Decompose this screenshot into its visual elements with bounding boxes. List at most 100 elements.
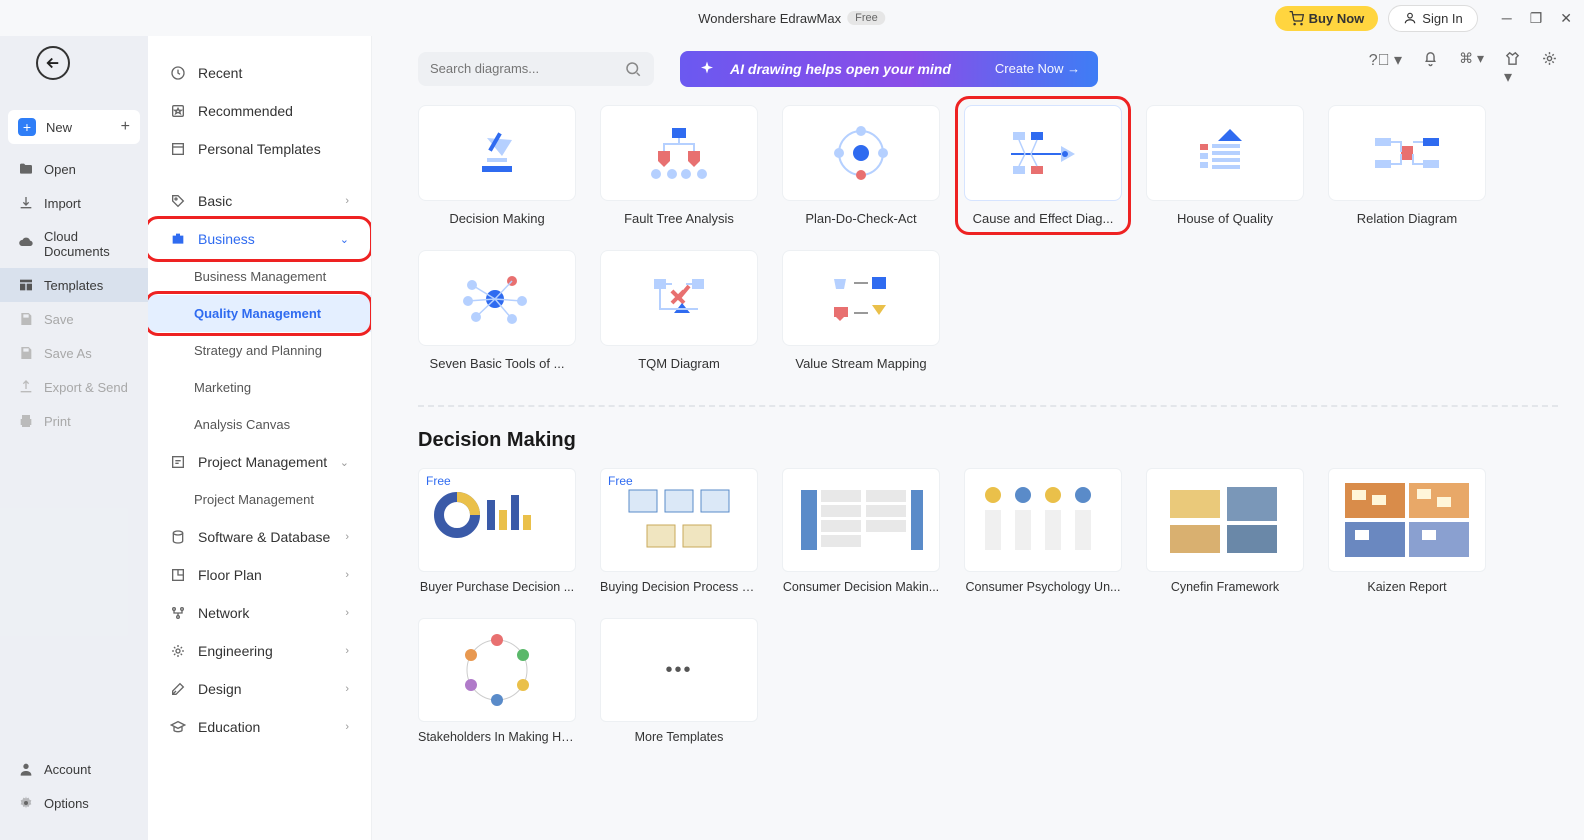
signin-button[interactable]: Sign In xyxy=(1388,5,1477,32)
diagram-card-relation[interactable]: Relation Diagram xyxy=(1328,105,1486,226)
cat-sub-project-management[interactable]: Project Management xyxy=(148,481,371,518)
apps-icon[interactable]: ⌘ ▾ xyxy=(1459,50,1484,87)
minimize-button[interactable]: ─ xyxy=(1502,10,1512,27)
buy-now-button[interactable]: Buy Now xyxy=(1275,6,1379,31)
cloud-icon xyxy=(18,236,34,252)
settings-icon[interactable] xyxy=(1541,50,1558,87)
sidebar-item-save: Save xyxy=(0,302,148,336)
diagram-label: Relation Diagram xyxy=(1328,211,1486,226)
cat-recommended[interactable]: Recommended xyxy=(148,92,371,130)
sidebar-item-account[interactable]: Account xyxy=(0,752,148,786)
diagram-card-value-stream[interactable]: Value Stream Mapping xyxy=(782,250,940,371)
chevron-right-icon: › xyxy=(345,569,349,581)
sidebar-label: Save xyxy=(44,312,74,327)
diagram-card-cause-effect[interactable]: Cause and Effect Diag... xyxy=(955,96,1131,235)
sidebar-item-import[interactable]: Import xyxy=(0,186,148,220)
diagram-card-seven-tools[interactable]: Seven Basic Tools of ... xyxy=(418,250,576,371)
sidebar-item-cloud[interactable]: Cloud Documents xyxy=(0,220,148,268)
template-card[interactable]: Free Buying Decision Process O... xyxy=(600,468,758,594)
template-card[interactable]: Consumer Decision Makin... xyxy=(782,468,940,594)
cat-label: Recent xyxy=(198,65,242,81)
sidebar-item-export: Export & Send xyxy=(0,370,148,404)
cat-engineering[interactable]: Engineering › xyxy=(148,632,371,670)
template-card[interactable]: Stakeholders In Making He... xyxy=(418,618,576,744)
sidebar-item-print: Print xyxy=(0,404,148,438)
cat-floor-plan[interactable]: Floor Plan › xyxy=(148,556,371,594)
diagram-label: Cause and Effect Diag... xyxy=(964,211,1122,226)
maximize-button[interactable]: ❐ xyxy=(1530,10,1543,27)
cat-sub-strategy[interactable]: Strategy and Planning xyxy=(148,332,371,369)
cat-business[interactable]: Business ⌄ xyxy=(148,220,371,258)
sidebar-item-templates[interactable]: Templates xyxy=(0,268,148,302)
ai-banner[interactable]: AI drawing helps open your mind Create N… xyxy=(680,51,1098,87)
plus-icon: + xyxy=(18,118,36,136)
cat-sub-label: Marketing xyxy=(194,380,251,395)
template-card[interactable]: Free Buyer Purchase Decision ... xyxy=(418,468,576,594)
plus-add-icon: + xyxy=(121,118,130,136)
diagram-label: Plan-Do-Check-Act xyxy=(782,211,940,226)
folder-icon xyxy=(18,161,34,177)
cat-sub-business-management[interactable]: Business Management xyxy=(148,258,371,295)
cat-project-management[interactable]: Project Management ⌄ xyxy=(148,443,371,481)
diagram-card-house-of-quality[interactable]: House of Quality xyxy=(1146,105,1304,226)
cart-icon xyxy=(1289,11,1304,26)
star-icon xyxy=(170,103,186,119)
tshirt-icon[interactable]: ▾ xyxy=(1504,50,1521,87)
sidebar-item-open[interactable]: Open xyxy=(0,152,148,186)
cat-sub-label: Quality Management xyxy=(194,306,321,321)
chevron-down-icon: ⌄ xyxy=(340,233,349,246)
cat-sub-quality-management[interactable]: Quality Management xyxy=(148,295,371,332)
cat-design[interactable]: Design › xyxy=(148,670,371,708)
diagram-card-decision-making[interactable]: Decision Making xyxy=(418,105,576,226)
cat-sub-marketing[interactable]: Marketing xyxy=(148,369,371,406)
sidebar-label: Cloud Documents xyxy=(44,229,130,259)
chevron-right-icon: › xyxy=(345,531,349,543)
chevron-down-icon: ⌄ xyxy=(340,456,349,469)
diagram-label: House of Quality xyxy=(1146,211,1304,226)
cat-label: Software & Database xyxy=(198,529,330,545)
sidebar-label: Open xyxy=(44,162,76,177)
template-card[interactable]: Consumer Psychology Un... xyxy=(964,468,1122,594)
diagram-label: TQM Diagram xyxy=(600,356,758,371)
search-box[interactable] xyxy=(418,52,654,86)
diagram-label: Seven Basic Tools of ... xyxy=(418,356,576,371)
cat-label: Education xyxy=(198,719,260,735)
cat-software[interactable]: Software & Database › xyxy=(148,518,371,556)
cat-basic[interactable]: Basic › xyxy=(148,182,371,220)
diagram-card-tqm[interactable]: TQM Diagram xyxy=(600,250,758,371)
cat-label: Engineering xyxy=(198,643,273,659)
back-button[interactable] xyxy=(36,46,70,80)
diagram-card-fault-tree[interactable]: Fault Tree Analysis xyxy=(600,105,758,226)
close-button[interactable]: ✕ xyxy=(1560,10,1572,27)
signin-label: Sign In xyxy=(1422,11,1462,26)
sidebar-label: New xyxy=(46,120,72,135)
network-icon xyxy=(170,605,186,621)
cat-label: Design xyxy=(198,681,242,697)
database-icon xyxy=(170,529,186,545)
search-icon xyxy=(624,60,642,78)
cat-recent[interactable]: Recent xyxy=(148,54,371,92)
bell-icon[interactable] xyxy=(1422,50,1439,87)
chevron-right-icon: › xyxy=(345,195,349,207)
cat-personal[interactable]: Personal Templates xyxy=(148,130,371,168)
template-card[interactable]: Kaizen Report xyxy=(1328,468,1486,594)
help-icon[interactable]: ?⃝ ▾ xyxy=(1369,50,1402,87)
gear-icon xyxy=(18,795,34,811)
cat-education[interactable]: Education › xyxy=(148,708,371,746)
search-input[interactable] xyxy=(430,61,624,76)
template-card-more[interactable]: ••• More Templates xyxy=(600,618,758,744)
sidebar-item-options[interactable]: Options xyxy=(0,786,148,820)
cat-network[interactable]: Network › xyxy=(148,594,371,632)
content-area: AI drawing helps open your mind Create N… xyxy=(372,36,1584,840)
section-title: Decision Making xyxy=(418,429,1558,452)
user-icon xyxy=(1403,11,1417,25)
cat-sub-label: Strategy and Planning xyxy=(194,343,322,358)
briefcase-icon xyxy=(170,231,186,247)
diagram-card-pdca[interactable]: Plan-Do-Check-Act xyxy=(782,105,940,226)
template-card[interactable]: Cynefin Framework xyxy=(1146,468,1304,594)
sidebar-item-new[interactable]: + New + xyxy=(8,110,140,144)
cat-label: Floor Plan xyxy=(198,567,262,583)
cat-sub-analysis-canvas[interactable]: Analysis Canvas xyxy=(148,406,371,443)
template-label: Buying Decision Process O... xyxy=(600,580,758,594)
sidebar-label: Save As xyxy=(44,346,92,361)
